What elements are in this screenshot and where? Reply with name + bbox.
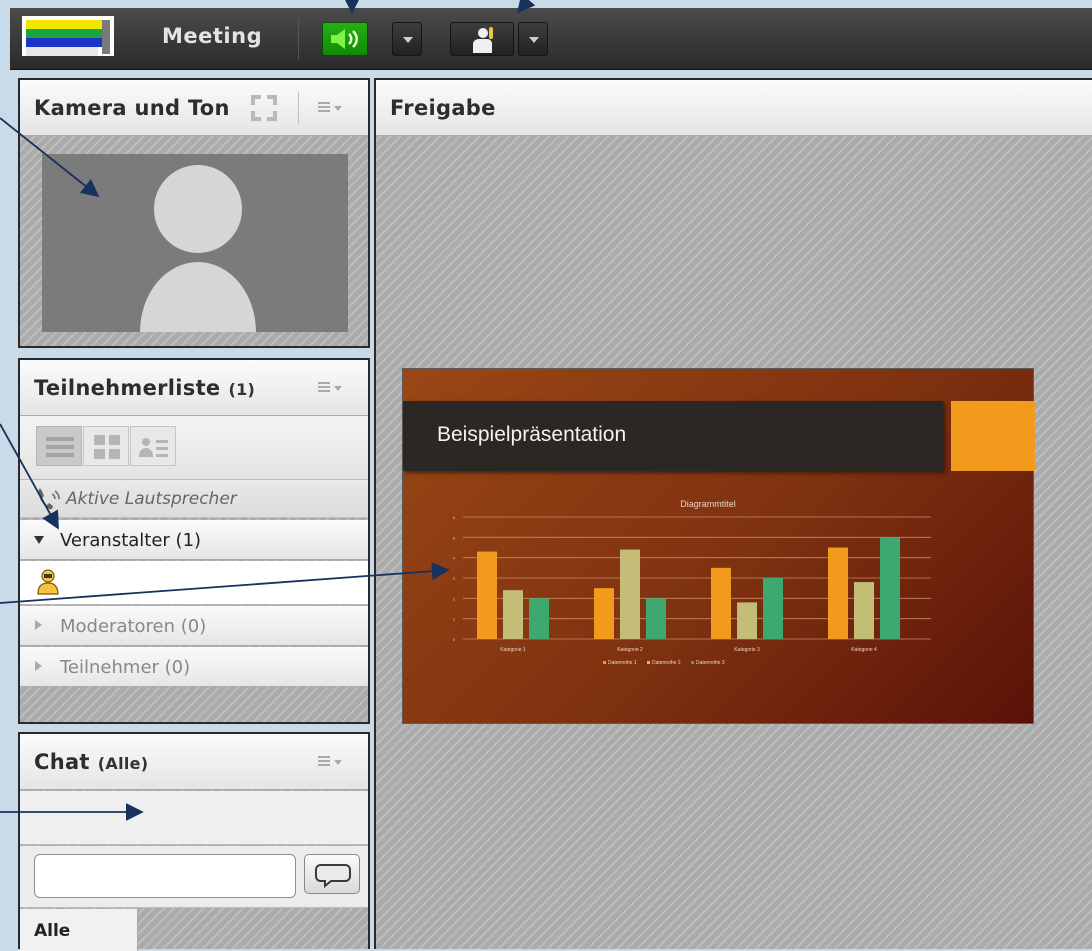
chart-legend-swatch — [691, 661, 694, 664]
chevron-down-icon — [403, 37, 413, 43]
raise-hand-button[interactable] — [450, 22, 514, 56]
chat-scope: (Alle) — [97, 754, 149, 773]
chart-y-tick: 0 — [453, 637, 456, 642]
chart-bar — [529, 598, 549, 639]
attendee-panel-header: Teilnehmerliste (1) — [20, 360, 368, 416]
attendee-panel-title: Teilnehmerliste (1) — [34, 376, 255, 400]
chart-title: Diagrammtitel — [680, 499, 736, 509]
chart-category-label: Kategorie 1 — [500, 647, 526, 653]
speech-bubble-icon — [315, 864, 351, 889]
chart-category-label: Kategorie 4 — [851, 647, 877, 653]
chat-input-bar — [20, 846, 368, 908]
camera-and-voice-panel: Kamera und Ton — [18, 78, 370, 348]
chart-bar — [737, 602, 757, 639]
chat-panel: Chat (Alle) Alle — [18, 732, 370, 951]
participants-group-header[interactable]: Teilnehmer (0) — [20, 647, 368, 687]
share-panel-title: Freigabe — [390, 96, 496, 120]
chat-panel-title: Chat (Alle) — [34, 750, 148, 774]
camera-panel-title: Kamera und Ton — [34, 96, 230, 120]
participants-group-label: Teilnehmer (0) — [60, 657, 191, 678]
menu-icon[interactable] — [318, 756, 342, 770]
chart-legend-label: Datenreihe 2 — [652, 660, 681, 666]
active-speakers-label: Aktive Lautsprecher — [66, 489, 237, 509]
chat-tab-all[interactable]: Alle — [20, 909, 138, 951]
chat-message-area — [20, 791, 368, 845]
raise-hand-dropdown[interactable] — [518, 22, 548, 56]
chat-tab-all-label: Alle — [34, 921, 71, 941]
chart-y-tick: 5 — [453, 535, 456, 540]
speaker-dropdown[interactable] — [392, 22, 422, 56]
chart-bar — [646, 598, 666, 639]
camera-panel-header: Kamera und Ton — [20, 80, 368, 136]
raise-hand-icon — [473, 27, 493, 53]
slide-bar-chart: Diagrammtitel 0 1 2 3 4 5 6 Kategorie 1 Kategori… — [453, 499, 931, 666]
grid-view-icon — [94, 435, 120, 459]
expand-triangle-icon — [35, 620, 42, 630]
speaker-icon — [331, 29, 358, 49]
menu-icon[interactable] — [318, 102, 342, 116]
chart-bar — [594, 588, 614, 639]
fullscreen-icon[interactable] — [248, 92, 280, 124]
chart-bar — [854, 582, 874, 639]
webcam-video-placeholder — [42, 154, 348, 332]
presentation-slide: Beispielpräsentation Diagrammtitel 01234… — [402, 368, 1035, 724]
list-view-button[interactable] — [36, 426, 82, 466]
attendee-list-panel: Teilnehmerliste (1) Aktive Lautsprecher V… — [18, 358, 370, 724]
chart-bar — [763, 578, 783, 639]
share-panel: Freigabe Beispielpräsentation Diagrammti… — [374, 78, 1092, 949]
view-switcher-bar — [20, 416, 368, 480]
chart-bar — [828, 547, 848, 639]
chart-y-tick: 4 — [453, 556, 456, 561]
chart-y-tick: 2 — [453, 596, 456, 601]
chat-title-text: Chat — [34, 750, 90, 774]
send-message-button[interactable] — [304, 854, 360, 894]
chart-bar — [620, 549, 640, 639]
chart-legend-swatch — [603, 661, 606, 664]
hosts-group-header[interactable]: Veranstalter (1) — [20, 520, 368, 560]
chart-category-label: Kategorie 2 — [617, 647, 643, 653]
chart-legend-label: Datenreihe 3 — [696, 660, 725, 666]
chat-message-input[interactable] — [34, 854, 296, 898]
collapse-triangle-icon — [34, 536, 44, 544]
chart-category-label: Kategorie 3 — [734, 647, 760, 653]
presenters-group-label: Moderatoren (0) — [60, 616, 207, 637]
chart-bar — [503, 590, 523, 639]
chart-bar — [477, 551, 497, 639]
chart-bar — [880, 537, 900, 639]
host-attendee-row[interactable] — [20, 561, 368, 605]
attendee-count: (1) — [228, 380, 256, 399]
meeting-toolbar: Meeting — [10, 8, 1092, 70]
speaker-button[interactable] — [322, 22, 368, 56]
chevron-down-icon — [529, 37, 539, 43]
attendee-title-text: Teilnehmerliste — [34, 376, 221, 400]
app-logo — [22, 16, 114, 56]
chart-bar — [711, 567, 731, 639]
active-speakers-row: Aktive Lautsprecher — [20, 480, 368, 518]
attendee-detail-icon — [139, 438, 168, 457]
presenters-group-header[interactable]: Moderatoren (0) — [20, 606, 368, 646]
chat-panel-header: Chat (Alle) — [20, 734, 368, 790]
user-placeholder-icon — [140, 165, 256, 332]
chart-y-tick: 1 — [453, 617, 456, 622]
menu-icon[interactable] — [318, 382, 342, 396]
list-view-icon — [46, 437, 74, 457]
expand-triangle-icon — [35, 661, 42, 671]
meeting-menu[interactable]: Meeting — [162, 24, 262, 48]
grid-view-button[interactable] — [83, 426, 129, 466]
host-user-icon — [37, 569, 59, 595]
chart-legend-label: Datenreihe 1 — [608, 660, 637, 666]
detail-view-button[interactable] — [130, 426, 176, 466]
hosts-group-label: Veranstalter (1) — [60, 530, 202, 551]
chart-y-tick: 3 — [453, 576, 456, 581]
chart-y-tick: 6 — [453, 515, 456, 520]
phone-speaker-icon — [38, 488, 60, 510]
chart-legend-swatch — [647, 661, 650, 664]
share-panel-header: Freigabe — [376, 80, 1092, 136]
